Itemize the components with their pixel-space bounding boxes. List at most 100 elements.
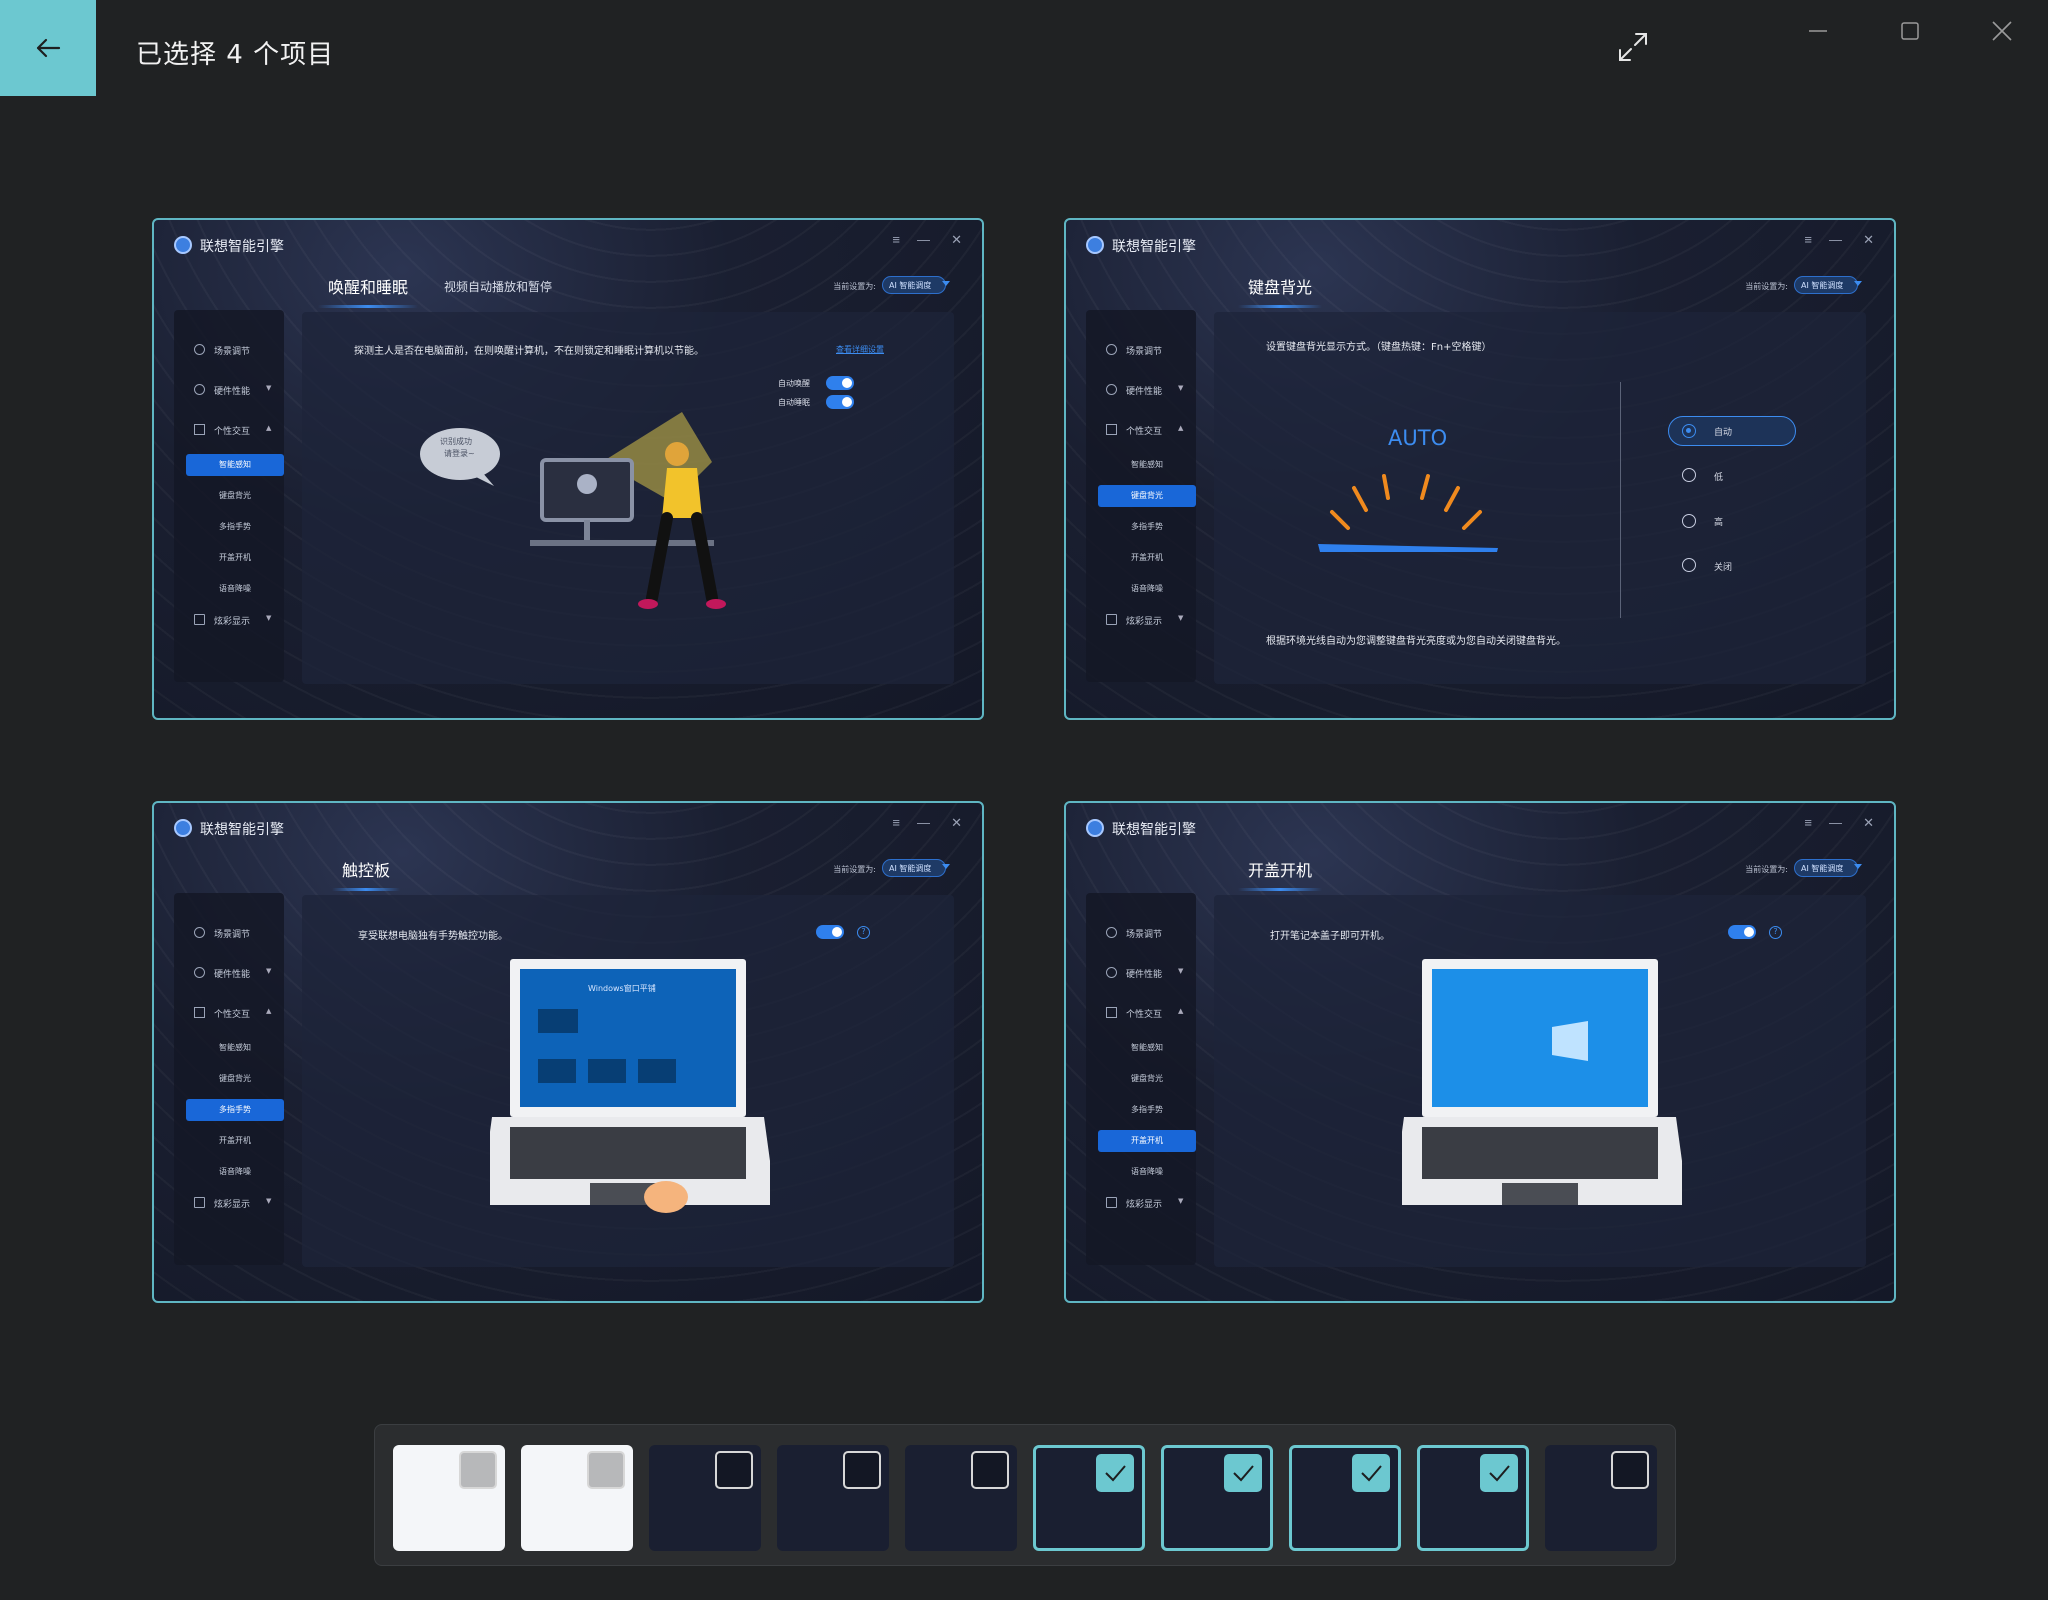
app-name: 联想智能引擎 — [200, 822, 284, 838]
minimize-icon[interactable]: — — [917, 815, 930, 830]
sidebar-sub-keyboard-backlight[interactable]: 键盘背光 — [1098, 1068, 1196, 1090]
sidebar-sub-lid-open[interactable]: 开盖开机 — [186, 1130, 284, 1152]
minimize-icon[interactable]: — — [1829, 815, 1842, 830]
auto-wake-toggle[interactable] — [826, 376, 854, 390]
sidebar-sub-keyboard-backlight[interactable]: 键盘背光 — [186, 485, 284, 507]
expand-button[interactable] — [1614, 28, 1652, 66]
sidebar-sub-smart-sense[interactable]: 智能感知 — [186, 1037, 284, 1059]
sidebar-sub-lid-open[interactable]: 开盖开机 — [1098, 1130, 1196, 1152]
mode-label: 当前设置为: — [1745, 282, 1788, 291]
thumbnail[interactable] — [777, 1445, 889, 1551]
preview-card-wake-sleep[interactable]: 联想智能引擎 ≡ — ✕ 唤醒和睡眠 视频自动播放和暂停 当前设置为: AI 智… — [152, 218, 984, 720]
radio-off[interactable] — [1682, 558, 1696, 572]
divider — [1620, 382, 1621, 618]
help-icon[interactable]: ? — [857, 926, 870, 939]
checkbox[interactable] — [971, 1451, 1009, 1489]
feature-title[interactable]: 开盖开机 — [1237, 857, 1323, 891]
maximize-button[interactable] — [1890, 16, 1930, 46]
thumbnail[interactable] — [1545, 1445, 1657, 1551]
lid-open-toggle[interactable] — [1728, 925, 1756, 939]
thumbnail[interactable] — [649, 1445, 761, 1551]
checkbox[interactable] — [459, 1451, 497, 1489]
sidebar-sub-lid-open[interactable]: 开盖开机 — [186, 547, 284, 569]
thumbnail[interactable] — [393, 1445, 505, 1551]
preview-card-touchpad[interactable]: 联想智能引擎 ≡ — ✕ 触控板 当前设置为: AI 智能调度 场景调节 硬件性… — [152, 801, 984, 1303]
laptop-touchpad-illustration — [490, 959, 770, 1213]
triangle-icon — [1106, 424, 1117, 435]
sidebar-sub-noise-reduction[interactable]: 语音降噪 — [1098, 1161, 1196, 1183]
help-icon[interactable]: ? — [1769, 926, 1782, 939]
caret-down-icon: ▼ — [266, 1197, 272, 1205]
checkbox[interactable] — [587, 1451, 625, 1489]
checkbox[interactable] — [1611, 1451, 1649, 1489]
scene-icon — [1106, 344, 1117, 355]
radio-low[interactable] — [1682, 468, 1696, 482]
sidebar-sub-keyboard-backlight[interactable]: 键盘背光 — [1098, 485, 1196, 507]
caret-down-icon: ▼ — [1178, 384, 1184, 392]
sidebar-sub-smart-sense[interactable]: 智能感知 — [1098, 1037, 1196, 1059]
preview-card-keyboard-backlight[interactable]: 联想智能引擎 ≡ — ✕ 键盘背光 当前设置为: AI 智能调度 场景调节 硬件… — [1064, 218, 1896, 720]
sidebar-sub-gestures[interactable]: 多指手势 — [1098, 516, 1196, 538]
app-name: 联想智能引擎 — [1112, 239, 1196, 255]
mode-select[interactable]: AI 智能调度 — [882, 859, 946, 877]
caret-down-icon: ▼ — [1178, 1197, 1184, 1205]
feature-title[interactable]: 触控板 — [331, 857, 401, 891]
radio-auto[interactable] — [1682, 424, 1696, 438]
sidebar-sub-gestures[interactable]: 多指手势 — [186, 1099, 284, 1121]
mode-select[interactable]: AI 智能调度 — [1794, 276, 1858, 294]
radio-high[interactable] — [1682, 514, 1696, 528]
thumbnail-selected[interactable] — [1033, 1445, 1145, 1551]
caret-down-icon — [942, 281, 950, 286]
thumbnail-selected[interactable] — [1289, 1445, 1401, 1551]
gauge-icon — [194, 967, 205, 978]
back-button[interactable] — [0, 0, 96, 96]
touchpad-toggle[interactable] — [816, 925, 844, 939]
details-link[interactable]: 查看详细设置 — [836, 344, 884, 355]
sidebar-sub-noise-reduction[interactable]: 语音降噪 — [1098, 578, 1196, 600]
radio-label: 高 — [1714, 518, 1724, 528]
checkbox-checked[interactable] — [1096, 1454, 1134, 1492]
sidebar-sub-keyboard-backlight[interactable]: 键盘背光 — [186, 1068, 284, 1090]
menu-icon[interactable]: ≡ — [892, 232, 900, 247]
sidebar-sub-smart-sense[interactable]: 智能感知 — [1098, 454, 1196, 476]
close-icon[interactable]: ✕ — [1863, 815, 1874, 831]
checkbox-checked[interactable] — [1480, 1454, 1518, 1492]
sidebar-item-label: 炫彩显示 — [214, 617, 251, 627]
feature-subtab[interactable]: 视频自动播放和暂停 — [444, 278, 552, 295]
preview-card-lid-open[interactable]: 联想智能引擎 ≡ — ✕ 开盖开机 当前设置为: AI 智能调度 场景调节 硬件… — [1064, 801, 1896, 1303]
close-icon[interactable]: ✕ — [951, 232, 962, 248]
feature-title[interactable]: 唤醒和睡眠 — [317, 274, 419, 308]
checkbox[interactable] — [843, 1451, 881, 1489]
close-button[interactable] — [1982, 16, 2022, 46]
checkbox[interactable] — [715, 1451, 753, 1489]
sidebar-sub-lid-open[interactable]: 开盖开机 — [1098, 547, 1196, 569]
laptop-lid-illustration — [1402, 959, 1682, 1205]
feature-title[interactable]: 键盘背光 — [1237, 274, 1323, 308]
sidebar-sub-gestures[interactable]: 多指手势 — [186, 516, 284, 538]
checkbox-checked[interactable] — [1352, 1454, 1390, 1492]
menu-icon[interactable]: ≡ — [1804, 232, 1812, 247]
mode-select[interactable]: AI 智能调度 — [882, 276, 946, 294]
mode-select[interactable]: AI 智能调度 — [1794, 859, 1858, 877]
sidebar-sub-smart-sense[interactable]: 智能感知 — [186, 454, 284, 476]
caret-down-icon — [1854, 281, 1862, 286]
minimize-icon[interactable]: — — [917, 232, 930, 247]
monitor-icon — [194, 1197, 205, 1208]
toggle-label: 自动唤醒 — [778, 379, 810, 388]
thumbnail-selected[interactable] — [1417, 1445, 1529, 1551]
auto-sleep-toggle[interactable] — [826, 395, 854, 409]
sidebar-sub-noise-reduction[interactable]: 语音降噪 — [186, 578, 284, 600]
minimize-button[interactable] — [1798, 16, 1838, 46]
menu-icon[interactable]: ≡ — [892, 815, 900, 830]
close-icon[interactable]: ✕ — [951, 815, 962, 831]
minimize-icon[interactable]: — — [1829, 232, 1842, 247]
checkbox-checked[interactable] — [1224, 1454, 1262, 1492]
menu-icon[interactable]: ≡ — [1804, 815, 1812, 830]
thumbnail-selected[interactable] — [1161, 1445, 1273, 1551]
thumbnail[interactable] — [521, 1445, 633, 1551]
sidebar-sub-gestures[interactable]: 多指手势 — [1098, 1099, 1196, 1121]
thumbnail[interactable] — [905, 1445, 1017, 1551]
sidebar-sub-noise-reduction[interactable]: 语音降噪 — [186, 1161, 284, 1183]
content-panel: 享受联想电脑独有手势触控功能。 ? Windows窗口平铺 — [302, 895, 954, 1267]
close-icon[interactable]: ✕ — [1863, 232, 1874, 248]
